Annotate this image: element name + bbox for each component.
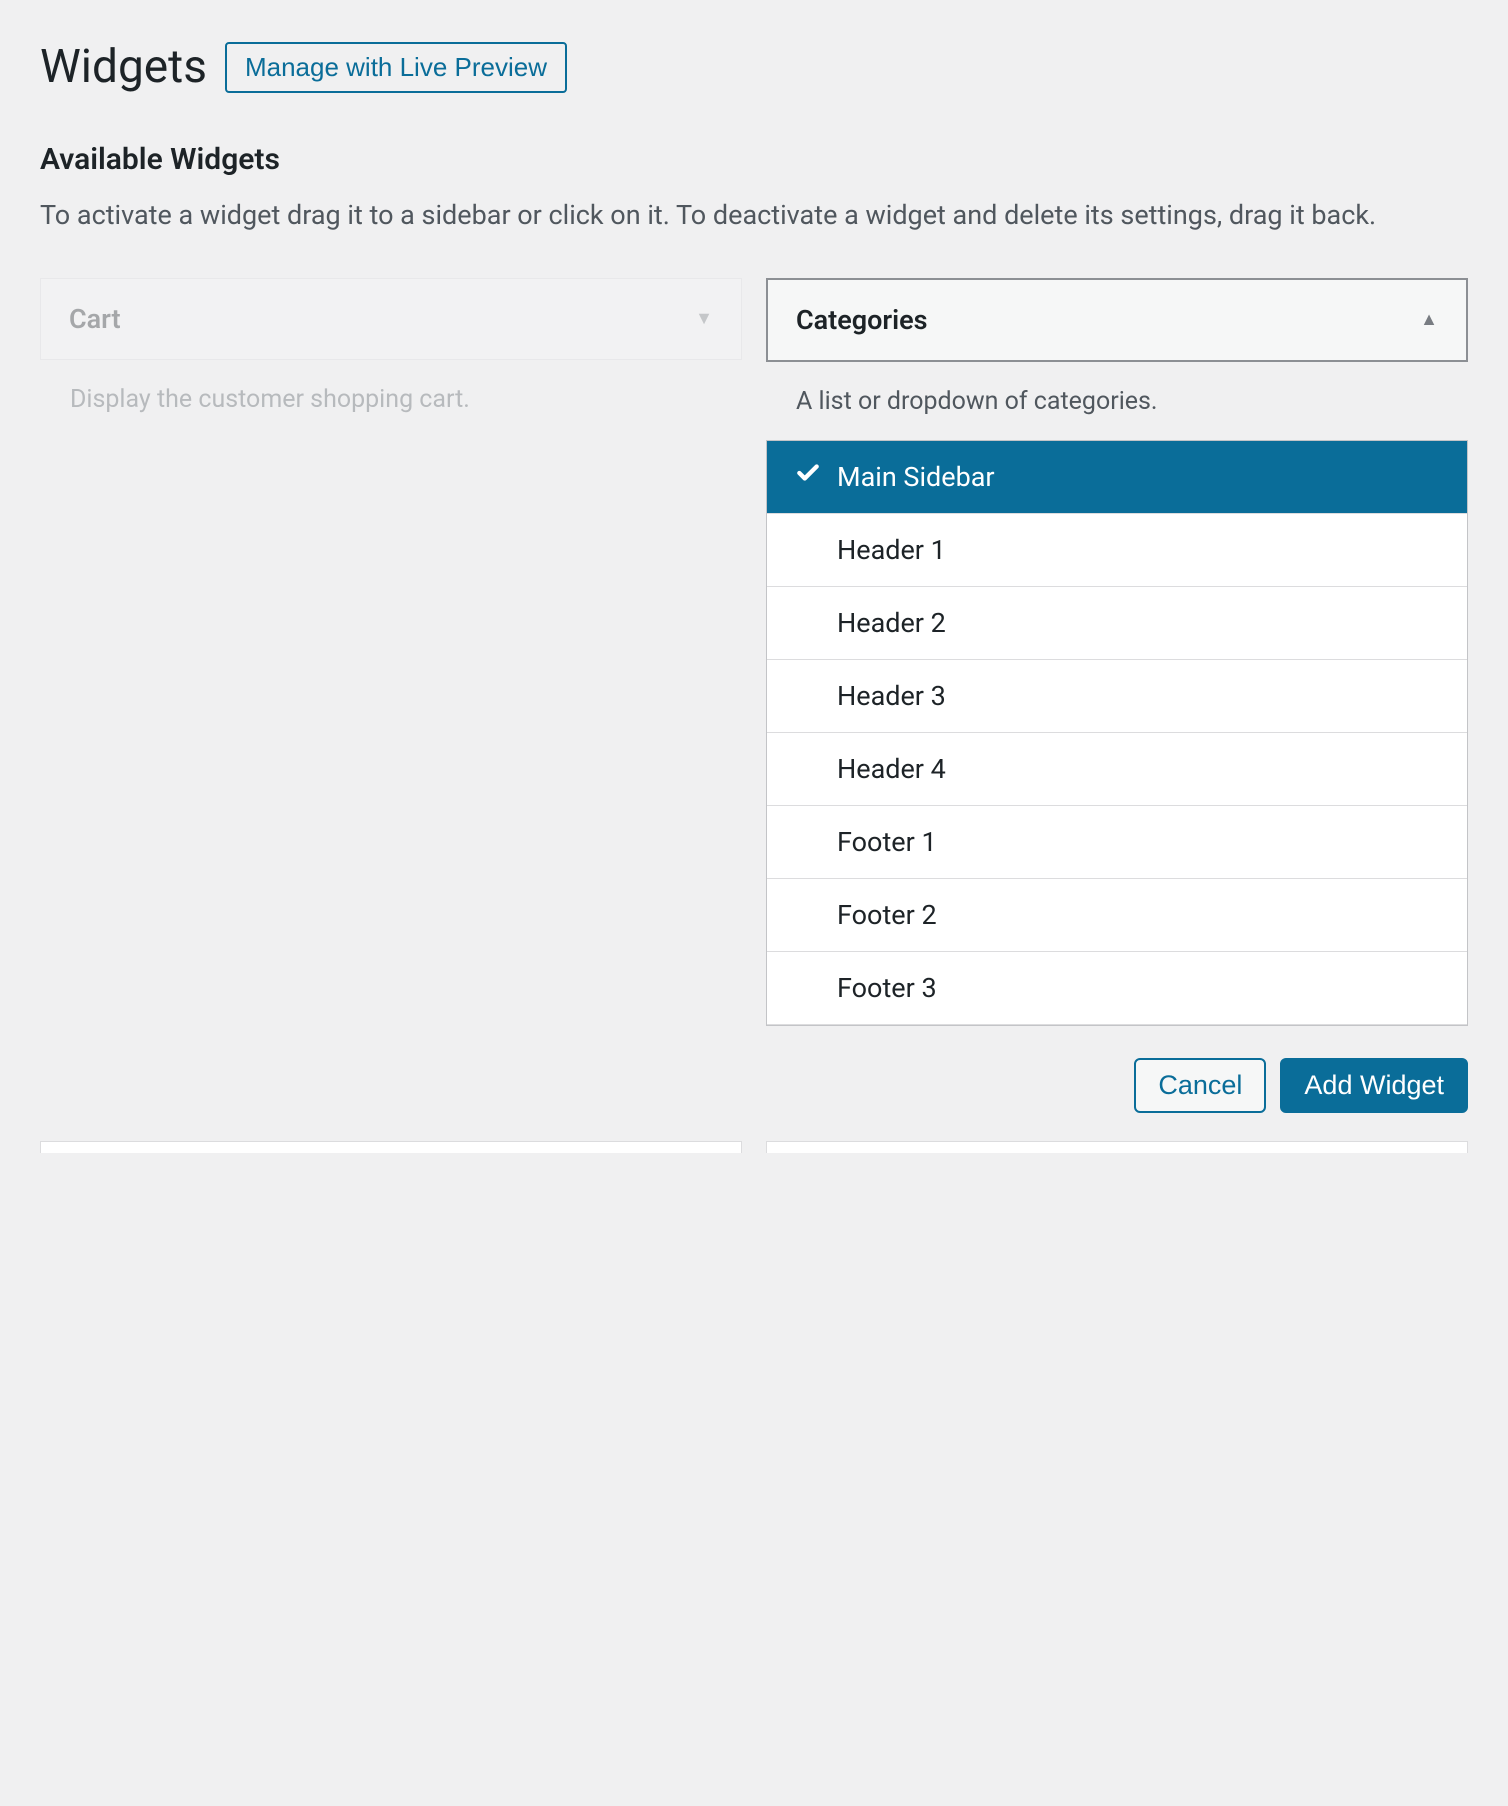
chooser-actions: Cancel Add Widget — [766, 1044, 1468, 1113]
widget-area-label: Main Sidebar — [837, 461, 995, 493]
widgets-row: Cart ▼ Display the customer shopping car… — [40, 278, 1468, 1113]
widget-area-label: Footer 2 — [837, 899, 937, 931]
page-header: Widgets Manage with Live Preview — [40, 40, 1468, 94]
widget-area-option[interactable]: Main Sidebar — [767, 441, 1467, 514]
widget-area-label: Header 1 — [837, 534, 946, 566]
widget-column-right: Categories ▲ A list or dropdown of categ… — [766, 278, 1468, 1113]
widget-categories-description: A list or dropdown of categories. — [766, 362, 1468, 440]
widget-area-option[interactable]: Header 3 — [767, 660, 1467, 733]
add-widget-button[interactable]: Add Widget — [1280, 1058, 1468, 1113]
widget-name: Categories — [796, 304, 928, 336]
widget-box-peek — [40, 1141, 742, 1153]
widget-categories[interactable]: Categories ▲ — [766, 278, 1468, 362]
widget-area-list[interactable]: Main Sidebar Header 1 Header 2 Header 3 Head… — [767, 441, 1467, 1025]
page-title: Widgets — [40, 40, 207, 94]
widget-area-label: Footer 3 — [837, 972, 937, 1004]
widget-area-option[interactable]: Footer 3 — [767, 952, 1467, 1025]
widget-name: Cart — [69, 303, 121, 335]
widget-area-option[interactable]: Header 2 — [767, 587, 1467, 660]
widget-area-option[interactable]: Header 1 — [767, 514, 1467, 587]
check-icon — [795, 460, 821, 493]
widget-column-left: Cart ▼ Display the customer shopping car… — [40, 278, 742, 1113]
widget-area-option[interactable]: Footer 2 — [767, 879, 1467, 952]
available-widgets-description: To activate a widget drag it to a sideba… — [40, 195, 1468, 236]
available-widgets-heading: Available Widgets — [40, 142, 1468, 177]
widget-area-label: Header 2 — [837, 607, 946, 639]
widget-area-label: Header 4 — [837, 753, 946, 785]
manage-live-preview-button[interactable]: Manage with Live Preview — [225, 42, 567, 93]
widget-cart-description: Display the customer shopping cart. — [40, 360, 742, 438]
widget-area-chooser: Main Sidebar Header 1 Header 2 Header 3 Head… — [766, 440, 1468, 1026]
widget-area-label: Footer 1 — [837, 826, 937, 858]
widget-area-label: Header 3 — [837, 680, 946, 712]
widget-cart[interactable]: Cart ▼ — [40, 278, 742, 360]
widget-area-option[interactable]: Footer 1 — [767, 806, 1467, 879]
widget-box-peek — [766, 1141, 1468, 1153]
chevron-up-icon: ▲ — [1420, 309, 1438, 330]
cancel-button[interactable]: Cancel — [1134, 1058, 1266, 1113]
next-row-peek — [40, 1141, 1468, 1153]
chevron-down-icon: ▼ — [695, 308, 713, 329]
widget-area-option[interactable]: Header 4 — [767, 733, 1467, 806]
